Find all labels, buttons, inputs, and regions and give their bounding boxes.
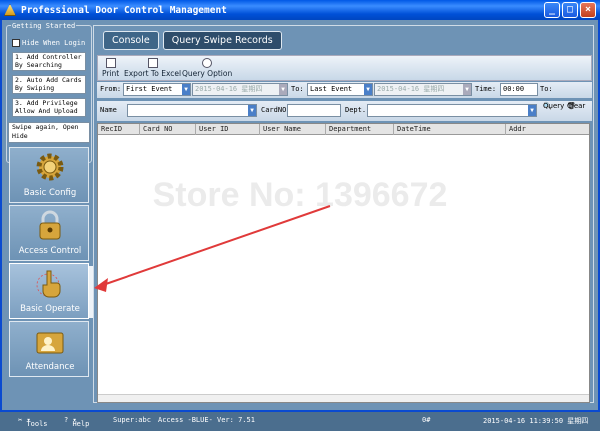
status-bar: ✂ Tools ▾ ? Help ▾ Super:abc Access -BLU… — [0, 412, 600, 431]
tools-menu[interactable]: ✂ Tools ▾ — [18, 416, 48, 428]
nav-label: Access Control — [18, 246, 82, 256]
chevron-down-icon[interactable]: ▼ — [248, 105, 256, 116]
col-user-id[interactable]: User ID — [196, 124, 260, 135]
cardno-label: CardNO — [261, 106, 287, 114]
hand-pointer-icon — [36, 270, 61, 298]
printer-icon — [105, 58, 116, 68]
window-title: Professional Door Control Management — [21, 4, 227, 16]
tab-console[interactable]: Console — [103, 31, 159, 50]
close-button[interactable]: × — [580, 2, 596, 18]
grid-header: RecID Card NO User ID User Name Departme… — [98, 124, 589, 135]
col-card-no[interactable]: Card NO — [140, 124, 196, 135]
from-event-value: First Event — [126, 85, 173, 93]
from-event-select[interactable]: First Event ▼ — [123, 83, 191, 96]
dept-label: Dept. — [345, 106, 367, 114]
watermark: Store No: 1396672 — [152, 176, 448, 214]
to-label: To: — [291, 85, 304, 93]
query-option-label: Query Option — [182, 69, 233, 78]
col-department[interactable]: Department — [326, 124, 394, 135]
minimize-button[interactable]: _ — [544, 2, 560, 18]
nav-label: Basic Config — [23, 188, 77, 198]
col-addr[interactable]: Addr — [506, 124, 590, 135]
swipe-again-info: Swipe again, Open Hide — [8, 122, 90, 143]
getting-started-group: Getting Started Hide When Login 1. Add C… — [6, 22, 92, 163]
to-event-select[interactable]: Last Event ▼ — [307, 83, 373, 96]
cardno-input[interactable] — [287, 104, 341, 117]
horizontal-scrollbar[interactable] — [98, 394, 589, 402]
nav-attendance[interactable]: Attendance — [9, 321, 89, 377]
title-bar: Professional Door Control Management _ □… — [0, 0, 600, 20]
tools-label: Tools — [26, 420, 48, 428]
maximize-button[interactable]: □ — [562, 2, 578, 18]
toolbar: Print Export To Excel Query Option — [97, 55, 592, 81]
print-button[interactable]: Print — [102, 58, 119, 78]
date-filter-row: From: First Event ▼ 2015-04-16 星期四 ▼ To: L… — [97, 82, 592, 98]
add-privilege-button[interactable]: 3. Add Privilege Allow And Upload — [12, 98, 86, 117]
print-label: Print — [102, 69, 120, 78]
status-count: 0# — [422, 416, 431, 424]
col-datetime[interactable]: DateTime — [394, 124, 506, 135]
getting-started-title: Getting Started — [11, 22, 77, 30]
export-icon — [147, 58, 158, 68]
time-value: 00:00 — [503, 85, 525, 93]
chevron-down-icon[interactable]: ▼ — [279, 84, 287, 95]
to2-label: To: — [540, 85, 553, 93]
to-date-value: 2015-04-16 星期四 — [377, 85, 445, 93]
from-date-picker[interactable]: 2015-04-16 星期四 ▼ — [192, 83, 288, 96]
checkbox-box[interactable] — [12, 39, 20, 47]
left-panel: Getting Started Hide When Login 1. Add C… — [6, 22, 94, 405]
help-label: Help — [72, 420, 90, 428]
time-label: Time: — [475, 85, 497, 93]
export-label: Export To Excel — [124, 69, 182, 78]
lock-icon — [39, 210, 61, 240]
chevron-down-icon[interactable]: ▼ — [463, 84, 471, 95]
hide-when-login-label: Hide When Login — [22, 39, 86, 47]
nav-basic-operate[interactable]: Basic Operate — [9, 263, 94, 319]
nav-label: Attendance — [25, 362, 75, 372]
chevron-down-icon[interactable]: ▼ — [182, 84, 190, 95]
dept-select[interactable]: ▼ — [367, 104, 537, 117]
clear-label: Clear — [567, 102, 586, 110]
client-area: Getting Started Hide When Login 1. Add C… — [0, 20, 600, 412]
app-icon — [4, 4, 16, 16]
chevron-down-icon[interactable]: ▼ — [528, 105, 536, 116]
hide-when-login-checkbox[interactable]: Hide When Login — [12, 39, 85, 47]
time-input[interactable]: 00:00 — [500, 83, 538, 96]
from-label: From: — [100, 85, 122, 93]
export-excel-button[interactable]: Export To Excel — [124, 58, 181, 78]
name-input[interactable]: ▼ — [127, 104, 257, 117]
status-datetime: 2015-04-16 11:39:50 星期四 — [483, 417, 589, 425]
query-option-button[interactable]: Query Option — [182, 58, 232, 78]
nav-label: Basic Operate — [20, 304, 80, 314]
nav-basic-config[interactable]: Basic Config — [9, 147, 89, 203]
chevron-down-icon[interactable]: ▼ — [364, 84, 372, 95]
help-menu[interactable]: ? Help ▾ — [64, 416, 89, 428]
col-user-name[interactable]: User Name — [260, 124, 326, 135]
name-label: Name — [100, 106, 117, 114]
records-grid[interactable]: RecID Card NO User ID User Name Departme… — [97, 123, 590, 403]
person-card-icon — [36, 332, 64, 354]
add-controller-button[interactable]: 1. Add Controller By Searching — [12, 52, 86, 71]
col-recid[interactable]: RecID — [98, 124, 140, 135]
nav-access-control[interactable]: Access Control — [9, 205, 89, 261]
query-label: Query — [543, 102, 565, 110]
status-user: Super:abc — [113, 416, 151, 424]
auto-add-cards-button[interactable]: 2. Auto Add Cards By Swiping — [12, 75, 86, 94]
magnifier-icon — [202, 58, 213, 68]
from-date-value: 2015-04-16 星期四 — [195, 85, 263, 93]
tab-query-swipe-records[interactable]: Query Swipe Records — [162, 31, 282, 50]
status-version: Access -BLUE- Ver: 7.51 — [158, 416, 255, 424]
to-event-value: Last Event — [310, 85, 353, 93]
name-filter-row: Name ▼ CardNO Dept. ▼ 🔍 Query 🗑 Clear — [97, 101, 592, 121]
to-date-picker[interactable]: 2015-04-16 星期四 ▼ — [374, 83, 472, 96]
gear-icon — [36, 153, 64, 181]
